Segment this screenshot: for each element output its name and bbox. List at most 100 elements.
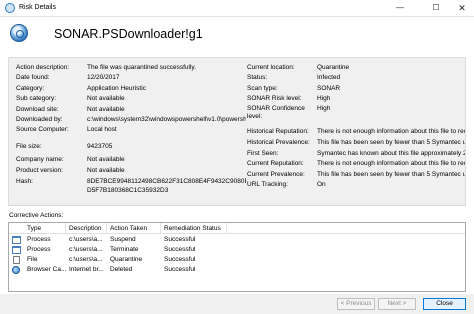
cell-description: c:\users\a... — [69, 256, 103, 263]
cell-description: c:\users\a... — [69, 246, 103, 253]
detail-label: SONAR Confidence — [247, 105, 305, 112]
detail-value: Not available — [87, 106, 125, 113]
column-header-type[interactable]: Type — [24, 223, 66, 234]
detail-company-name: Company name: Not available — [16, 155, 246, 164]
detail-label: Status: — [247, 74, 268, 81]
detail-value: Application Heuristic — [87, 85, 146, 92]
detail-value: Not available — [87, 167, 125, 174]
detail-hash: Hash: 8DE7BCE9948112498CB622F31C808E4F94… — [16, 177, 246, 186]
column-header-remediation-status[interactable]: Remediation Status — [161, 223, 227, 234]
detail-value: There is not enough information about th… — [317, 160, 465, 167]
table-header: Type Description Action Taken Remediatio… — [9, 223, 465, 234]
detail-label: Source Computer: — [16, 126, 69, 133]
cell-action: Suspend — [110, 236, 136, 243]
detail-label: File size: — [16, 143, 42, 150]
detail-downloaded-by: Downloaded by: c:\windows\system32\windo… — [16, 115, 246, 124]
detail-label: level: — [247, 113, 263, 120]
detail-value: 9423705 — [87, 143, 113, 150]
detail-value: SONAR — [317, 85, 341, 92]
detail-value: Local host — [87, 126, 117, 133]
detail-label: Product version: — [16, 167, 63, 174]
process-icon — [12, 246, 21, 254]
table-row[interactable]: File c:\users\a... Quarantine Successful — [9, 255, 465, 265]
previous-button[interactable]: < Previous — [337, 298, 375, 310]
detail-product-version: Product version: Not available — [16, 166, 246, 175]
app-icon — [5, 3, 15, 13]
detail-label: Current location: — [247, 64, 295, 71]
cell-type: File — [27, 256, 38, 263]
detail-value: On — [317, 181, 326, 188]
next-button[interactable]: Next > — [378, 298, 416, 310]
cell-action: Quarantine — [110, 256, 143, 263]
detail-historical-reputation: Historical Reputation: There is not enou… — [247, 127, 465, 136]
detail-value: High — [317, 95, 331, 102]
cell-type: Process — [27, 246, 51, 253]
minimize-button[interactable]: — — [388, 0, 412, 17]
detail-value: Not available — [87, 95, 125, 102]
detail-value: D5F7B180368C1C35932D3 — [87, 187, 169, 194]
detail-label: Sub category: — [16, 95, 57, 102]
detail-label: Date found: — [16, 74, 50, 81]
risk-header: SONAR.PSDownloader!g1 — [0, 18, 474, 54]
cell-action: Terminate — [110, 246, 139, 253]
close-window-button[interactable]: ✕ — [450, 0, 474, 17]
cell-description: c:\users\a... — [69, 236, 103, 243]
cell-description: Internet br... — [69, 266, 104, 273]
detail-category: Category: Application Heuristic — [16, 84, 246, 93]
detail-label: Scan type: — [247, 85, 278, 92]
detail-label: Company name: — [16, 156, 64, 163]
detail-label: First Seen: — [247, 150, 279, 157]
window-title: Risk Details — [19, 4, 56, 11]
detail-action-description: Action description: The file was quarant… — [16, 63, 246, 72]
cell-action: Deleted — [110, 266, 133, 273]
detail-label: Current Prevalence: — [247, 171, 305, 178]
detail-value: 12/20/2017 — [87, 74, 120, 81]
detail-first-seen: First Seen: Symantec has known about thi… — [247, 149, 465, 158]
browser-icon — [12, 266, 20, 274]
detail-label: Action description: — [16, 64, 70, 71]
cell-status: Successful — [164, 256, 196, 263]
title-bar: Risk Details — ☐ ✕ — [0, 0, 474, 17]
column-header-action-taken[interactable]: Action Taken — [107, 223, 161, 234]
detail-label: Downloaded by: — [16, 116, 63, 123]
cell-status: Successful — [164, 266, 196, 273]
detail-download-site: Download site: Not available — [16, 105, 246, 114]
detail-status: Status: Infected — [247, 73, 465, 82]
detail-value: There is not enough information about th… — [317, 128, 465, 135]
detail-value: Not available — [87, 156, 125, 163]
detail-value: This file has been seen by fewer than 5 … — [317, 171, 465, 178]
sonar-threat-icon — [10, 24, 28, 42]
detail-hash-continued: D5F7B180368C1C35932D3 — [16, 186, 246, 195]
detail-label: Historical Reputation: — [247, 128, 309, 135]
detail-file-size: File size: 9423705 — [16, 142, 246, 151]
detail-label: URL Tracking: — [247, 181, 288, 188]
detail-url-tracking: URL Tracking: On — [247, 180, 465, 189]
corrective-actions-label: Corrective Actions: — [9, 212, 64, 219]
detail-value: Quarantine — [317, 64, 350, 71]
detail-label: Download site: — [16, 106, 59, 113]
detail-label: Hash: — [16, 178, 33, 185]
cell-status: Successful — [164, 246, 196, 253]
detail-historical-prevalence: Historical Prevalence: This file has bee… — [247, 138, 465, 147]
detail-date-found: Date found: 12/20/2017 — [16, 73, 246, 82]
detail-value: Infected — [317, 74, 341, 81]
close-button[interactable]: Close — [423, 298, 466, 310]
file-icon — [13, 256, 20, 264]
detail-label: Category: — [16, 85, 45, 92]
detail-current-reputation: Current Reputation: There is not enough … — [247, 159, 465, 168]
detail-value: The file was quarantined successfully. — [87, 64, 196, 71]
detail-value: 8DE7BCE9948112498CB622F31C808E4F9432C908… — [87, 178, 246, 185]
table-row[interactable]: Process c:\users\a... Suspend Successful — [9, 235, 465, 245]
table-row[interactable]: Process c:\users\a... Terminate Successf… — [9, 245, 465, 255]
detail-sonar-risk-level: SONAR Risk level: High — [247, 94, 465, 103]
table-row[interactable]: Browser Ca... Internet br... Deleted Suc… — [9, 265, 465, 275]
maximize-button[interactable]: ☐ — [424, 0, 448, 17]
details-panel: Action description: The file was quarant… — [8, 57, 466, 206]
detail-current-prevalence: Current Prevalence: This file has been s… — [247, 170, 465, 179]
detail-label: Current Reputation: — [247, 160, 304, 167]
cell-status: Successful — [164, 236, 196, 243]
detail-label: Historical Prevalence: — [247, 139, 310, 146]
cell-type: Browser Ca... — [27, 266, 66, 273]
column-header-description[interactable]: Description — [66, 223, 107, 234]
detail-sonar-confidence-continued: level: — [247, 112, 465, 121]
